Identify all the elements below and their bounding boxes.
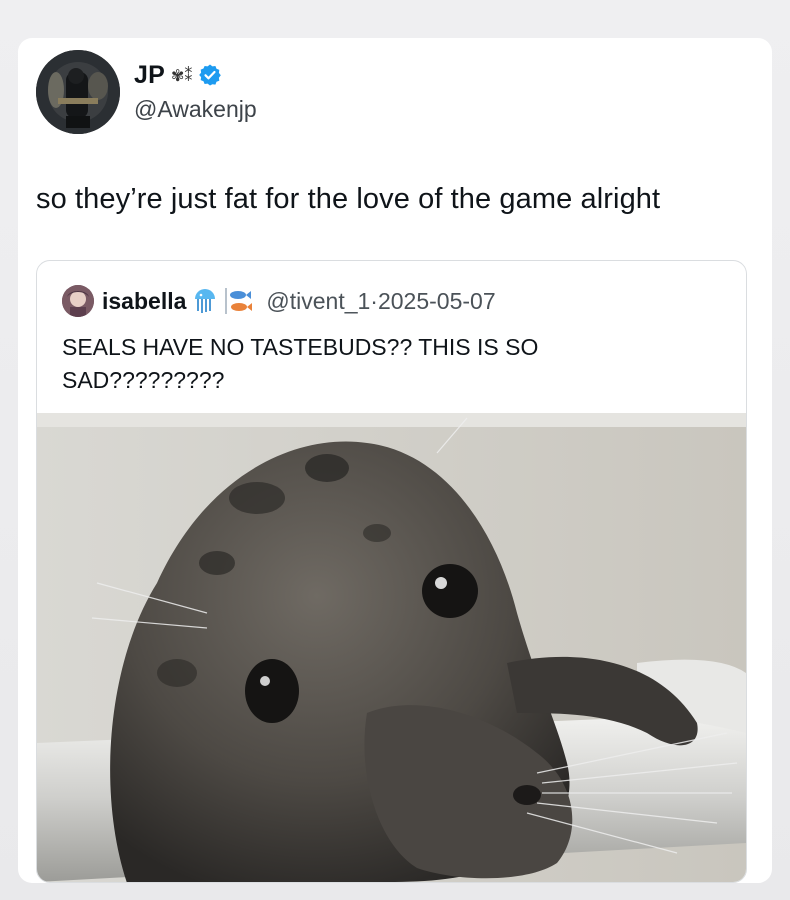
author-handle[interactable]: @Awakenjp [134, 96, 257, 123]
tweet-text: so they’re just fat for the love of the … [36, 183, 661, 215]
quoted-tweet-text: SEALS HAVE NO TASTEBUDS?? THIS IS SO SAD… [62, 334, 539, 393]
quoted-author-name[interactable]: isabella [102, 288, 186, 315]
author-avatar[interactable] [36, 50, 120, 134]
author-name-row: JP ✾⁑ [134, 58, 222, 92]
quoted-tweet[interactable]: isabella @tivent_1·2025-05-07 SEALS HAVE… [36, 260, 747, 883]
quoted-author-avatar[interactable] [62, 285, 94, 317]
author-name-glyphs: ✾⁑ [170, 65, 193, 85]
quoted-tweet-header: isabella @tivent_1·2025-05-07 [62, 285, 496, 317]
fish-icon [224, 287, 254, 315]
tweet-card[interactable]: JP ✾⁑ @Awakenjp so they’re just fat for … [18, 38, 772, 883]
page: JP ✾⁑ @Awakenjp so they’re just fat for … [0, 0, 790, 900]
seal-photo[interactable] [37, 413, 746, 882]
author-name[interactable]: JP [134, 61, 165, 90]
quoted-handle-date[interactable]: @tivent_1·2025-05-07 [266, 288, 495, 315]
verified-badge-icon [198, 63, 222, 87]
jellyfish-icon [192, 287, 218, 315]
